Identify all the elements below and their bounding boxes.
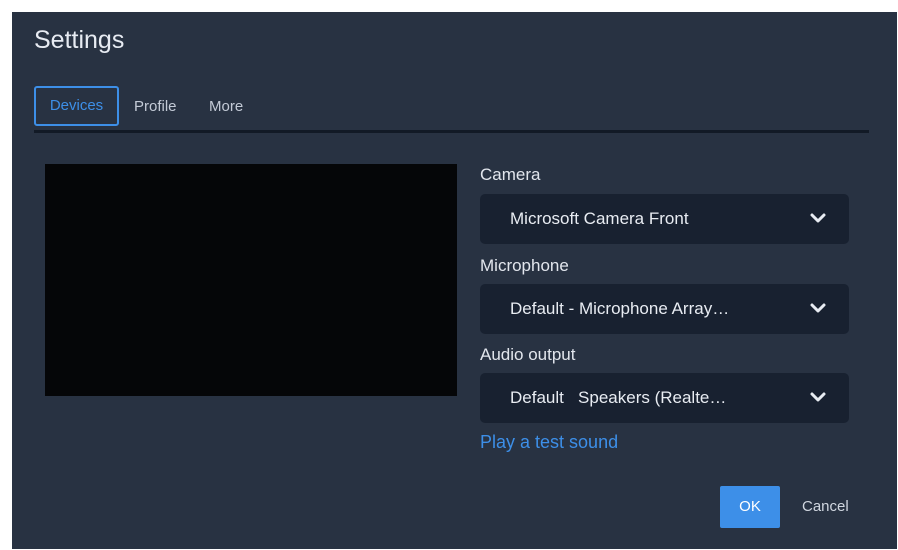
chevron-down-icon	[810, 303, 826, 313]
camera-select[interactable]: Microsoft Camera Front	[480, 194, 849, 244]
tab-more[interactable]: More	[209, 88, 243, 126]
camera-label: Camera	[480, 165, 541, 184]
camera-select-value: Microsoft Camera Front	[510, 209, 689, 228]
tab-profile[interactable]: Profile	[134, 88, 177, 126]
play-test-sound-link[interactable]: Play a test sound	[480, 432, 618, 453]
tab-bar: Devices Profile More	[34, 86, 869, 133]
microphone-label: Microphone	[480, 256, 569, 275]
audio-output-select-value: Default Speakers (Realte…	[510, 388, 727, 407]
microphone-select[interactable]: Default - Microphone Array…	[480, 284, 849, 334]
tab-devices[interactable]: Devices	[34, 86, 119, 126]
dialog-title: Settings	[34, 26, 125, 54]
settings-dialog: Settings Devices Profile More Camera Mic…	[12, 12, 897, 549]
microphone-select-value: Default - Microphone Array…	[510, 299, 730, 318]
audio-output-select[interactable]: Default Speakers (Realte…	[480, 373, 849, 423]
chevron-down-icon	[810, 213, 826, 223]
cancel-button[interactable]: Cancel	[802, 486, 849, 528]
chevron-down-icon	[810, 392, 826, 402]
camera-preview	[45, 164, 457, 396]
audio-output-label: Audio output	[480, 345, 576, 364]
ok-button[interactable]: OK	[720, 486, 780, 528]
